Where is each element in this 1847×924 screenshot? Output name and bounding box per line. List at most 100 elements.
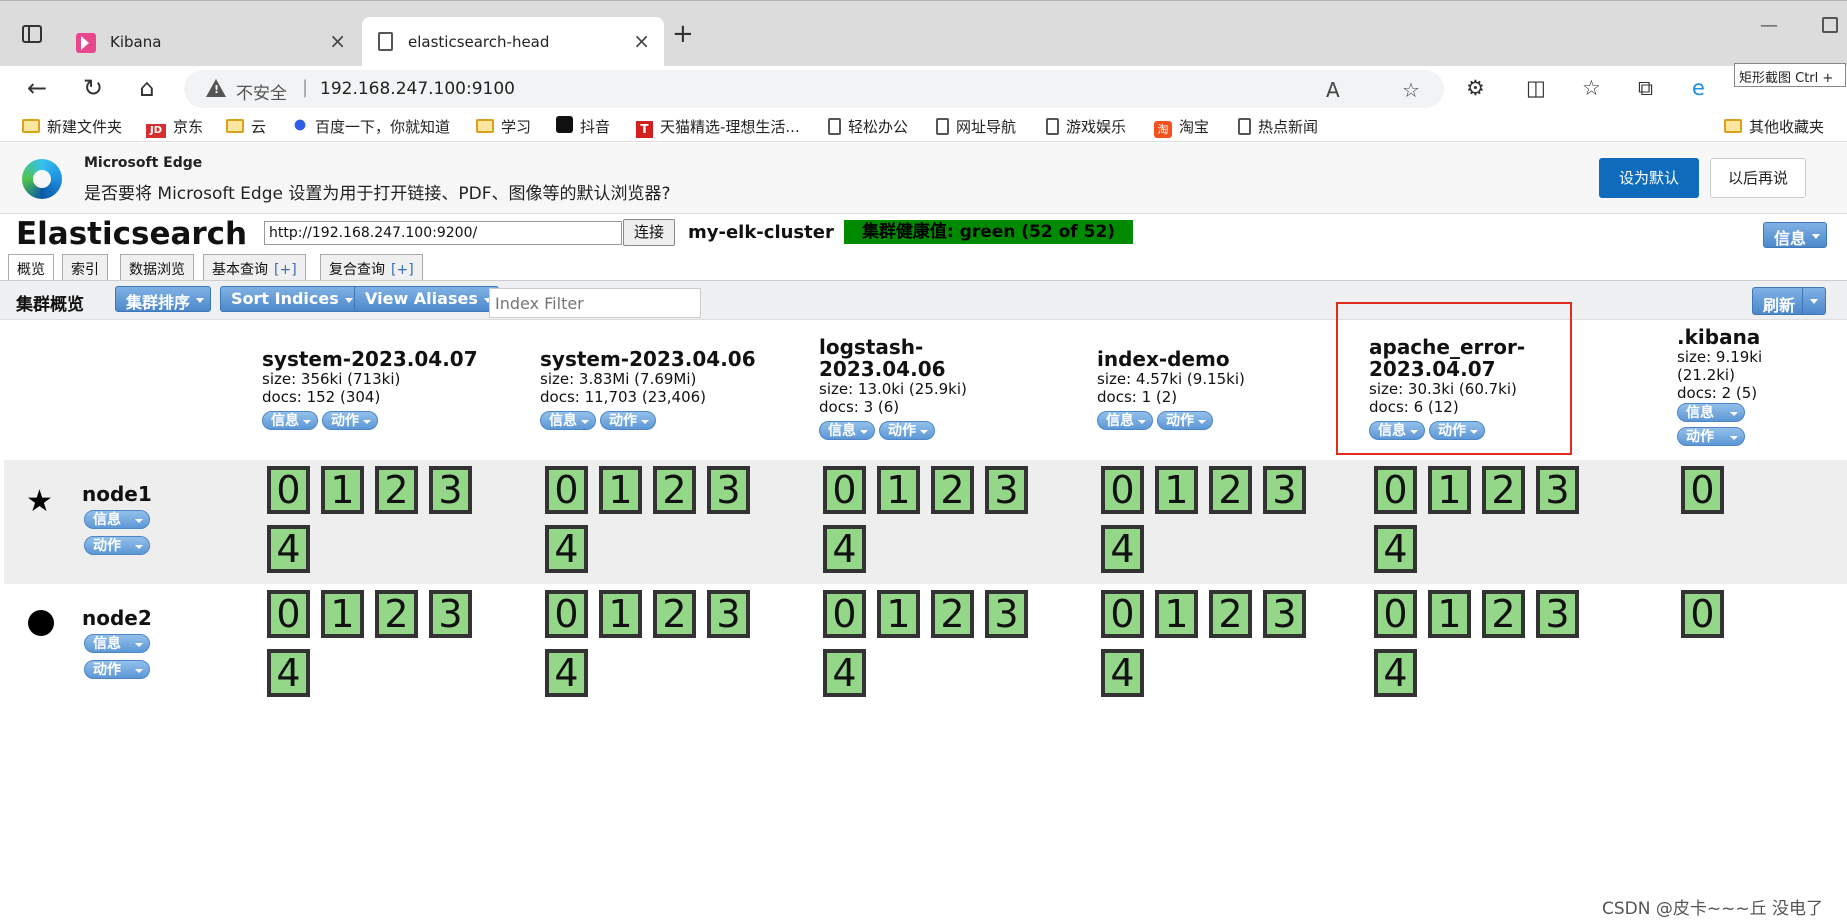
shard-box[interactable]: 2 bbox=[653, 466, 696, 514]
new-tab-icon[interactable]: + bbox=[672, 19, 694, 49]
bookmark-item[interactable]: JD 京东 bbox=[146, 116, 203, 138]
later-button[interactable]: 以后再说 bbox=[1710, 158, 1806, 198]
shard-box[interactable]: 1 bbox=[599, 466, 642, 514]
bookmark-item[interactable]: 云 bbox=[226, 116, 266, 137]
index-info-button[interactable]: 信息 bbox=[262, 411, 318, 430]
bookmark-item[interactable]: 抖音 bbox=[556, 116, 610, 137]
shard-box[interactable]: 4 bbox=[1101, 525, 1144, 573]
tab-browser[interactable]: 数据浏览 bbox=[120, 254, 194, 280]
shard-box[interactable]: 2 bbox=[931, 466, 974, 514]
shard-box[interactable]: 4 bbox=[267, 649, 310, 697]
view-aliases-button[interactable]: View Aliases bbox=[354, 286, 499, 312]
bookmark-item[interactable]: 热点新闻 bbox=[1238, 116, 1318, 137]
edge-icon[interactable]: e bbox=[1692, 76, 1705, 100]
shard-box[interactable]: 3 bbox=[985, 590, 1028, 638]
shard-box[interactable]: 2 bbox=[1209, 590, 1252, 638]
tab-actions-icon[interactable] bbox=[22, 25, 42, 43]
bookmark-item[interactable]: 学习 bbox=[476, 116, 531, 137]
shard-box[interactable]: 2 bbox=[1482, 590, 1525, 638]
shard-box[interactable]: 2 bbox=[375, 466, 418, 514]
home-icon[interactable]: ⌂ bbox=[132, 74, 162, 102]
minimize-icon[interactable]: — bbox=[1760, 15, 1778, 36]
bookmark-item[interactable]: T 天猫精选-理想生活... bbox=[636, 116, 800, 138]
shard-box[interactable]: 3 bbox=[1536, 590, 1579, 638]
shard-box[interactable]: 0 bbox=[545, 466, 588, 514]
shard-box[interactable]: 1 bbox=[321, 590, 364, 638]
bookmark-item[interactable]: 轻松办公 bbox=[828, 116, 908, 137]
shard-box[interactable]: 1 bbox=[1155, 466, 1198, 514]
tab-basic-query[interactable]: 基本查询 [+] bbox=[203, 254, 306, 280]
collections-icon[interactable]: ⧉ bbox=[1638, 76, 1653, 101]
shard-box[interactable]: 1 bbox=[599, 590, 642, 638]
shard-box[interactable]: 2 bbox=[653, 590, 696, 638]
shard-box[interactable]: 3 bbox=[429, 466, 472, 514]
index-info-button[interactable]: 信息 bbox=[1097, 411, 1153, 430]
shard-box[interactable]: 4 bbox=[545, 649, 588, 697]
close-tab-icon[interactable]: × bbox=[633, 29, 650, 53]
index-action-button[interactable]: 动作 bbox=[1157, 411, 1213, 430]
shard-box[interactable]: 3 bbox=[707, 590, 750, 638]
insecure-label[interactable]: 不安全 bbox=[236, 79, 287, 104]
maximize-icon[interactable] bbox=[1822, 17, 1838, 33]
back-icon[interactable]: ← bbox=[22, 74, 52, 102]
shard-box[interactable]: 1 bbox=[321, 466, 364, 514]
index-filter-input[interactable] bbox=[489, 288, 701, 318]
bookmark-item[interactable]: 网址导航 bbox=[936, 116, 1016, 137]
shard-box[interactable]: 0 bbox=[267, 466, 310, 514]
index-info-button[interactable]: 信息 bbox=[1677, 403, 1745, 422]
shard-box[interactable]: 2 bbox=[375, 590, 418, 638]
shard-box[interactable]: 2 bbox=[931, 590, 974, 638]
shard-box[interactable]: 1 bbox=[1155, 590, 1198, 638]
shard-box[interactable]: 0 bbox=[1101, 590, 1144, 638]
read-aloud-icon[interactable]: A bbox=[1326, 78, 1340, 102]
sort-indices-button[interactable]: Sort Indices bbox=[220, 286, 360, 312]
index-action-button[interactable]: 动作 bbox=[879, 421, 935, 440]
info-menu-button[interactable]: 信息 bbox=[1763, 222, 1828, 248]
node-action-button[interactable]: 动作 bbox=[84, 536, 150, 555]
connect-button[interactable]: 连接 bbox=[623, 219, 675, 246]
tab-elasticsearch-head[interactable]: elasticsearch-head × bbox=[362, 17, 664, 67]
shard-box[interactable]: 1 bbox=[1428, 590, 1471, 638]
shard-box[interactable]: 3 bbox=[985, 466, 1028, 514]
other-bookmarks[interactable]: 其他收藏夹 bbox=[1724, 116, 1824, 137]
node-action-button[interactable]: 动作 bbox=[84, 660, 150, 679]
shard-box[interactable]: 3 bbox=[1536, 466, 1579, 514]
url-text[interactable]: 192.168.247.100:9100 bbox=[320, 79, 515, 99]
cluster-url-input[interactable] bbox=[264, 221, 622, 245]
reload-icon[interactable]: ↻ bbox=[78, 74, 108, 102]
shard-box[interactable]: 3 bbox=[429, 590, 472, 638]
tab-indices[interactable]: 索引 bbox=[62, 254, 108, 280]
warning-icon[interactable] bbox=[206, 79, 226, 97]
tab-compound-query[interactable]: 复合查询 [+] bbox=[320, 254, 423, 280]
favorites-icon[interactable]: ☆ bbox=[1582, 76, 1601, 100]
split-screen-icon[interactable]: ◫ bbox=[1526, 76, 1546, 100]
url-field[interactable]: 不安全 | 192.168.247.100:9100 A ☆ bbox=[184, 70, 1444, 108]
shard-box[interactable]: 1 bbox=[877, 590, 920, 638]
shard-box[interactable]: 4 bbox=[267, 525, 310, 573]
shard-box[interactable]: 0 bbox=[1681, 466, 1724, 514]
shard-box[interactable]: 2 bbox=[1482, 466, 1525, 514]
shard-box[interactable]: 4 bbox=[545, 525, 588, 573]
shard-box[interactable]: 4 bbox=[1101, 649, 1144, 697]
shard-box[interactable]: 1 bbox=[877, 466, 920, 514]
shard-box[interactable]: 0 bbox=[823, 466, 866, 514]
bookmark-item[interactable]: 淘淘宝 bbox=[1154, 116, 1209, 138]
shard-box[interactable]: 4 bbox=[823, 649, 866, 697]
shard-box[interactable]: 3 bbox=[1263, 590, 1306, 638]
index-action-button[interactable]: 动作 bbox=[322, 411, 378, 430]
shard-box[interactable]: 4 bbox=[1374, 525, 1417, 573]
bookmark-item[interactable]: 游戏娱乐 bbox=[1046, 116, 1126, 137]
refresh-button[interactable]: 刷新 bbox=[1752, 287, 1807, 315]
index-action-button[interactable]: 动作 bbox=[1677, 427, 1745, 446]
shard-box[interactable]: 0 bbox=[267, 590, 310, 638]
index-info-button[interactable]: 信息 bbox=[819, 421, 875, 440]
shard-box[interactable]: 3 bbox=[707, 466, 750, 514]
bookmark-item[interactable]: 新建文件夹 bbox=[22, 116, 122, 137]
shard-box[interactable]: 0 bbox=[823, 590, 866, 638]
index-info-button[interactable]: 信息 bbox=[540, 411, 596, 430]
node-info-button[interactable]: 信息 bbox=[84, 510, 150, 529]
cluster-sort-button[interactable]: 集群排序 bbox=[115, 286, 212, 312]
node-info-button[interactable]: 信息 bbox=[84, 634, 150, 653]
set-default-button[interactable]: 设为默认 bbox=[1599, 158, 1699, 198]
tab-kibana[interactable]: Kibana × bbox=[64, 17, 360, 67]
